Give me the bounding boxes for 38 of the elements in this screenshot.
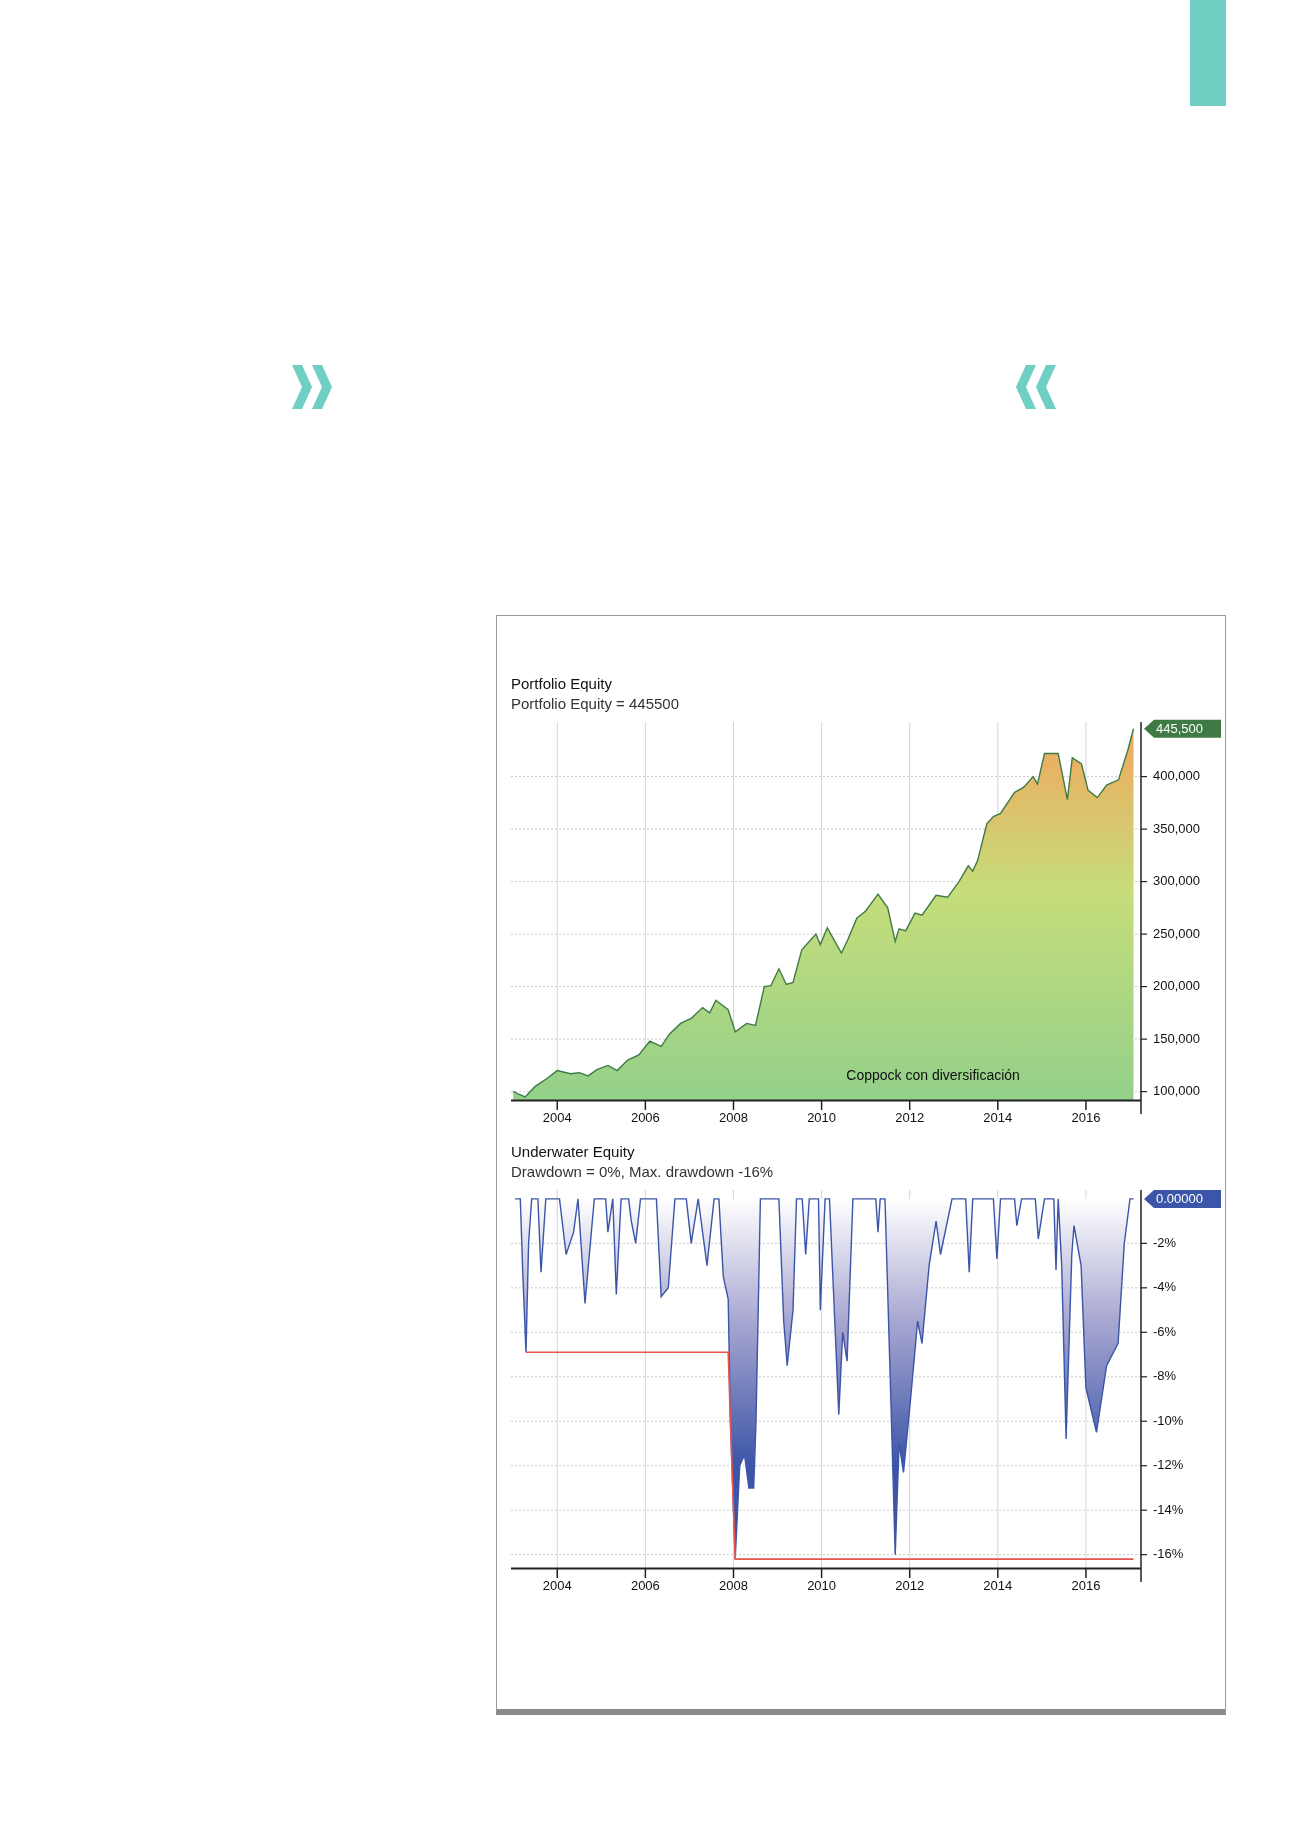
axis-label: 2006 (630, 1110, 660, 1125)
chart-title: Underwater Equity (511, 1142, 635, 1162)
axis-label: 2010 (807, 1110, 837, 1125)
axis-label: -4% (1153, 1279, 1177, 1295)
axis-label: -14% (1153, 1501, 1184, 1517)
axis-label: 2014 (983, 1110, 1013, 1125)
axis-label: -8% (1153, 1368, 1177, 1384)
double-chevron-left-icon (1014, 363, 1058, 411)
axis-label: 2006 (630, 1578, 660, 1593)
axis-label: 2016 (1071, 1578, 1101, 1593)
double-chevron-right-icon (290, 363, 334, 411)
axis-label: 150,000 (1153, 1030, 1200, 1046)
axis-label: 2012 (895, 1578, 925, 1593)
axis-label: 100,000 (1153, 1083, 1200, 1099)
axis-label: 2008 (719, 1110, 748, 1125)
axis-label: 2004 (542, 1578, 572, 1593)
axis-label: 400,000 (1153, 768, 1200, 784)
axis-label: 2008 (719, 1578, 748, 1593)
axis-label: 2016 (1071, 1110, 1101, 1125)
chart-title: Portfolio Equity (511, 674, 612, 694)
axis-label: -2% (1153, 1234, 1177, 1250)
axis-label: 2012 (895, 1110, 925, 1125)
value-flag: 0.00000 (1144, 1189, 1221, 1208)
axis-label: 300,000 (1153, 873, 1200, 889)
axis-label: 250,000 (1153, 925, 1200, 941)
chart-legend: Portfolio Equity = 445500 (511, 694, 680, 714)
axis-label: 200,000 (1153, 978, 1200, 994)
chart-legend: Drawdown = 0%, Max. drawdown -16% (511, 1162, 774, 1182)
axis-label: -12% (1153, 1457, 1184, 1473)
axis-label: 350,000 (1153, 820, 1200, 836)
axis-label: 2014 (983, 1578, 1013, 1593)
chart-annotation: Coppock con diversificación (846, 1067, 1020, 1083)
value-flag: 445,500 (1144, 719, 1221, 738)
axis-label: -6% (1153, 1323, 1177, 1339)
axis-label: -10% (1153, 1412, 1184, 1428)
axis-label: -16% (1153, 1546, 1184, 1562)
axis-label: 2004 (542, 1110, 572, 1125)
axis-label: 2010 (807, 1578, 837, 1593)
